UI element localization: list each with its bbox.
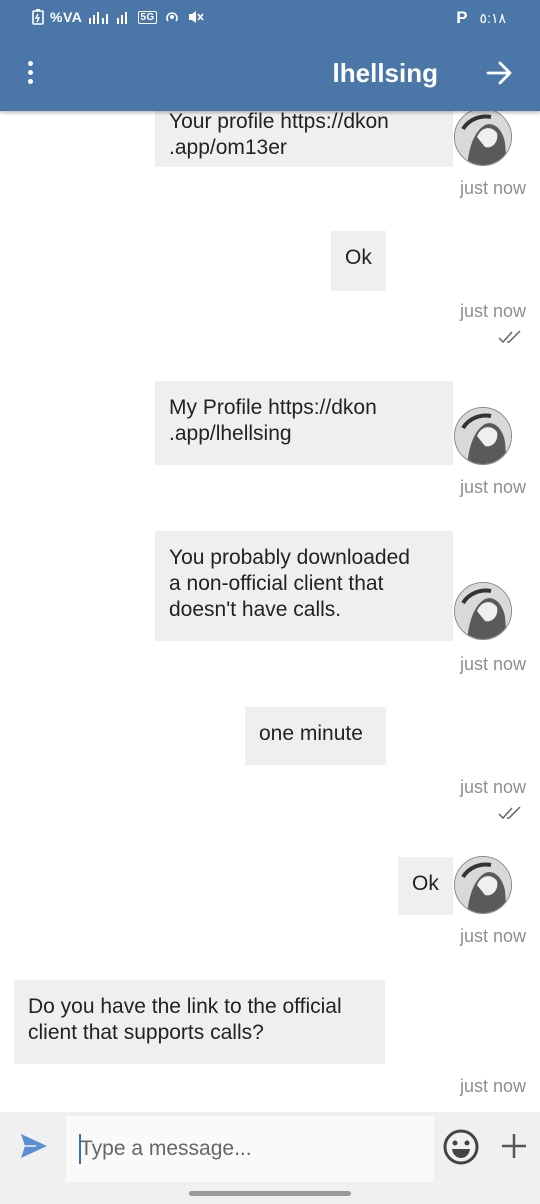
message-text: Do you have the link to the official cli… xyxy=(28,995,342,1044)
emoji-button[interactable] xyxy=(442,1128,480,1166)
status-time: ٥:١٨ xyxy=(479,9,506,26)
chat-title: lhellsing xyxy=(332,58,438,88)
message-time: just now xyxy=(459,777,526,797)
text-caret xyxy=(79,1134,81,1164)
status-right-group: P ٥:١٨ xyxy=(456,8,506,28)
message-text: Ok xyxy=(412,872,439,895)
hotspot-icon xyxy=(165,12,178,22)
message-bubble[interactable]: Your profile https://dkon .app/om13er xyxy=(155,111,453,167)
mute-icon xyxy=(188,11,204,23)
add-attachment-button[interactable] xyxy=(498,1130,530,1162)
message-list[interactable]: Your profile https://dkon .app/om13er ju… xyxy=(0,111,540,1112)
avatar[interactable] xyxy=(454,856,512,914)
message-bubble[interactable]: one minute xyxy=(245,707,386,765)
message-time: just now xyxy=(459,1076,526,1096)
message-time: just now xyxy=(459,926,526,946)
message-text: My Profile https://dkon .app/lhellsing xyxy=(169,396,377,445)
home-indicator[interactable] xyxy=(189,1191,351,1196)
status-bar: %VA 5G P ٥:١٨ xyxy=(0,0,540,34)
send-button[interactable] xyxy=(18,1130,50,1162)
message-bubble[interactable]: Ok xyxy=(331,231,386,291)
composer-bar xyxy=(0,1112,540,1184)
avatar[interactable] xyxy=(454,111,512,166)
message-bubble[interactable]: Ok xyxy=(398,857,453,915)
message-time: just now xyxy=(459,654,526,674)
parking-icon: P xyxy=(456,8,468,27)
send-icon xyxy=(21,1134,47,1158)
more-vert-icon[interactable] xyxy=(18,54,42,90)
app-bar: lhellsing xyxy=(0,34,540,111)
message-text: Your profile https://dkon .app/om13er xyxy=(169,111,389,159)
battery-level: %VA xyxy=(50,9,83,25)
status-left-group: %VA 5G xyxy=(32,9,205,25)
avatar[interactable] xyxy=(454,407,512,465)
message-text: You probably downloaded a non-official c… xyxy=(169,546,410,621)
plus-icon xyxy=(502,1134,526,1158)
message-bubble[interactable]: My Profile https://dkon .app/lhellsing xyxy=(155,381,453,465)
emoji-icon xyxy=(443,1129,479,1165)
message-time: just now xyxy=(459,477,526,497)
network-badge: 5G xyxy=(138,10,157,24)
avatar[interactable] xyxy=(454,582,512,640)
signal-icon xyxy=(89,12,109,24)
message-text: one minute xyxy=(259,722,363,745)
read-receipt-icon xyxy=(498,806,521,820)
battery-icon xyxy=(32,9,44,25)
read-receipt-icon xyxy=(498,330,521,344)
message-input[interactable] xyxy=(66,1116,434,1182)
signal-icon-2 xyxy=(117,12,128,24)
message-text: Ok xyxy=(345,246,372,269)
forward-button[interactable] xyxy=(480,54,520,92)
message-bubble[interactable]: You probably downloaded a non-official c… xyxy=(155,531,453,641)
message-time: just now xyxy=(459,301,526,321)
message-time: just now xyxy=(459,178,526,198)
message-bubble[interactable]: Do you have the link to the official cli… xyxy=(14,980,385,1064)
arrow-forward-icon xyxy=(486,61,512,85)
